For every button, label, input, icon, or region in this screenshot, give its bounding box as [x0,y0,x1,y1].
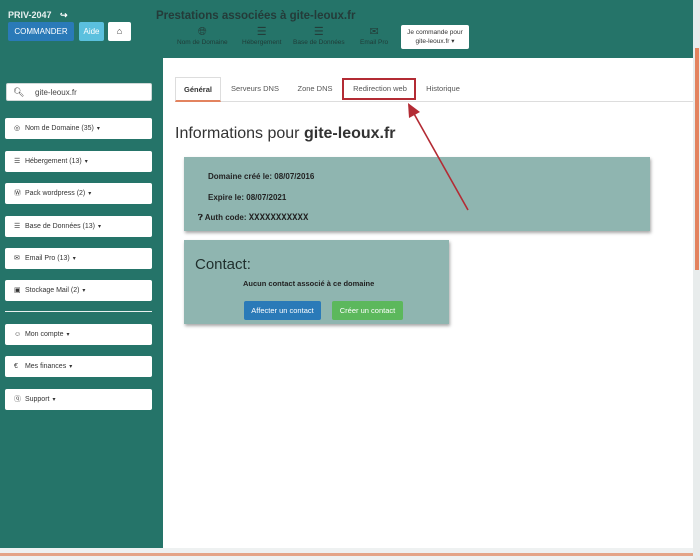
annotation-arrow [408,103,469,211]
annotation-arrow-line [412,111,469,211]
annotation-arrow-head [408,103,420,118]
